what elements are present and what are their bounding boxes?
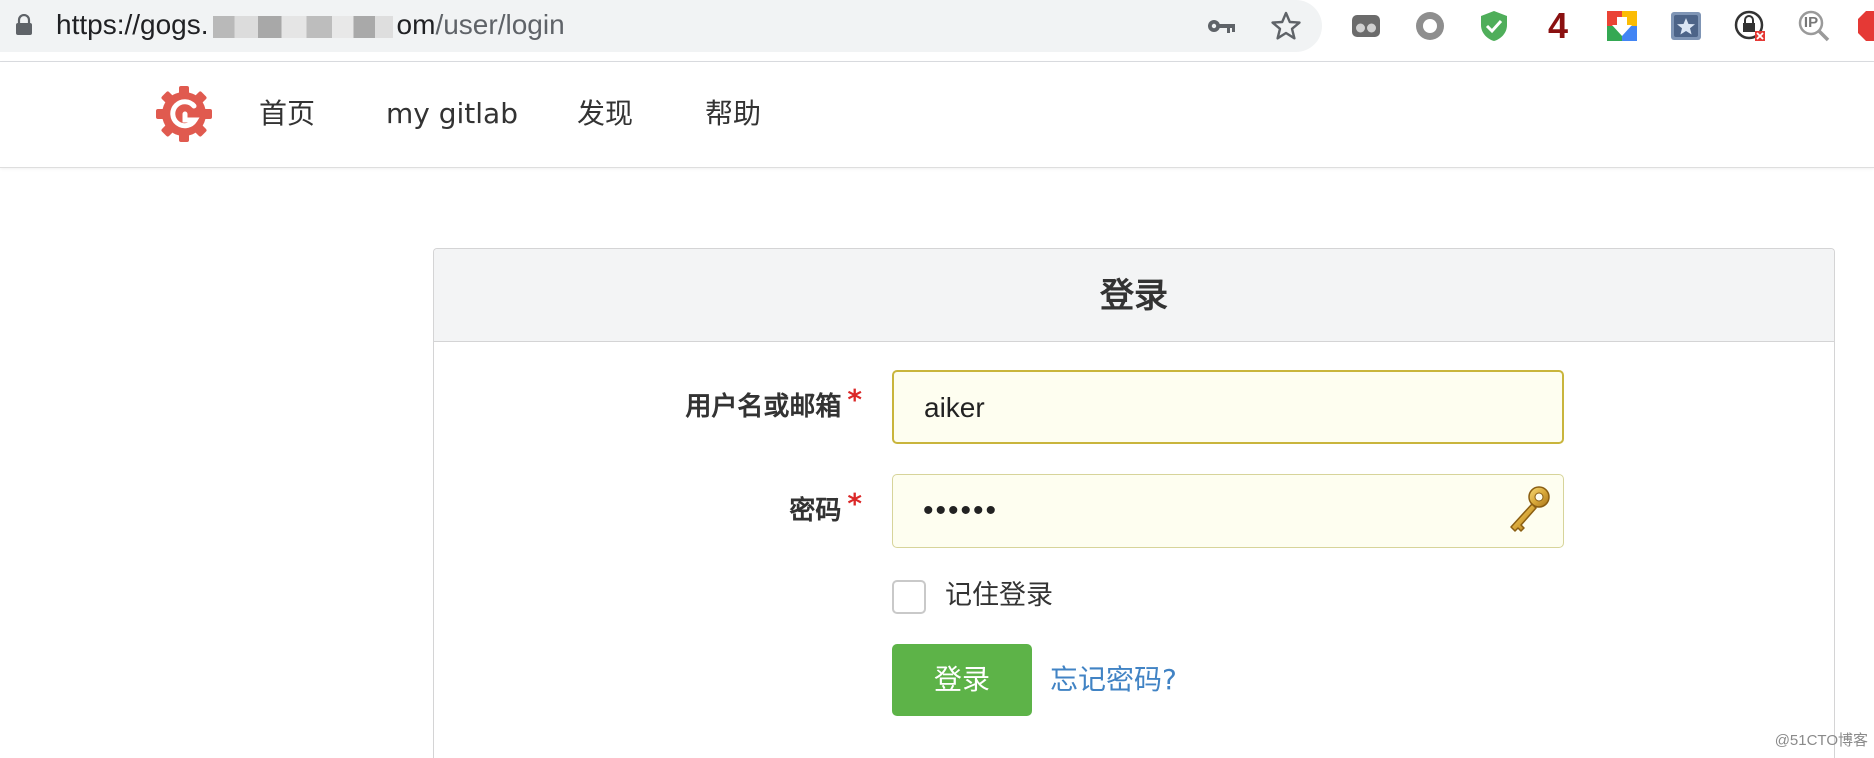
- nav-item-help[interactable]: 帮助: [705, 94, 761, 134]
- password-manager-key-icon[interactable]: [1503, 483, 1553, 537]
- password-key-icon[interactable]: [1205, 10, 1237, 42]
- password-masked-value: ••••••: [923, 494, 999, 527]
- login-submit-button[interactable]: 登录: [892, 644, 1032, 716]
- adblock-extension-icon[interactable]: [1856, 6, 1874, 46]
- counter-badge-icon[interactable]: 4: [1538, 5, 1578, 46]
- nav-item-my-gitlab[interactable]: my gitlab: [386, 94, 518, 134]
- password-label-row: 密码 *: [462, 487, 862, 529]
- username-input[interactable]: aiker: [892, 370, 1564, 444]
- password-label: 密码 *: [789, 487, 862, 526]
- url-path: /user/login: [435, 9, 565, 40]
- download-extension-icon[interactable]: [1602, 6, 1642, 46]
- forgot-password-link[interactable]: 忘记密码?: [1050, 660, 1177, 700]
- ip-badge-text: IP: [1803, 13, 1819, 31]
- nav-item-home[interactable]: 首页: [259, 94, 315, 134]
- star-bookmark-extension-icon[interactable]: [1666, 6, 1706, 46]
- username-required-mark: *: [847, 383, 862, 416]
- counter-badge-number: 4: [1547, 5, 1569, 46]
- password-input[interactable]: ••••••: [892, 474, 1564, 548]
- username-label-row: 用户名或邮箱 *: [462, 383, 862, 425]
- shield-check-icon[interactable]: [1474, 6, 1514, 46]
- site-header: 首页 my gitlab 发现 帮助: [0, 62, 1874, 168]
- url-host-suffix: om: [396, 9, 436, 40]
- circle-extension-icon[interactable]: [1410, 6, 1450, 46]
- remember-me-checkbox[interactable]: [892, 580, 926, 614]
- nav-item-explore[interactable]: 发现: [577, 94, 633, 134]
- gogs-logo-icon[interactable]: [154, 84, 214, 144]
- redacted-host-blur: [212, 15, 393, 38]
- url-host-prefix: https://gogs.: [56, 9, 209, 40]
- login-title: 登录: [1100, 276, 1168, 316]
- lock-blocker-icon[interactable]: [1730, 6, 1770, 46]
- password-label-text: 密码: [789, 496, 842, 526]
- address-bar[interactable]: https://gogs. om/user/login: [0, 0, 1322, 52]
- login-card-header: 登录: [434, 249, 1834, 342]
- spy-extension-icon[interactable]: [1346, 6, 1386, 46]
- password-required-mark: *: [847, 487, 862, 520]
- ip-lookup-icon[interactable]: IP: [1794, 6, 1834, 46]
- remember-me-label[interactable]: 记住登录: [945, 576, 1053, 616]
- watermark-text: @51CTO博客: [1774, 732, 1868, 749]
- username-label-text: 用户名或邮箱: [685, 392, 842, 422]
- bookmark-star-icon[interactable]: [1270, 10, 1302, 42]
- browser-toolbar: https://gogs. om/user/login 4 IP: [0, 0, 1874, 62]
- lock-icon[interactable]: [14, 14, 34, 36]
- url-text[interactable]: https://gogs. om/user/login: [56, 9, 565, 41]
- username-label: 用户名或邮箱 *: [685, 383, 862, 422]
- username-value: aiker: [924, 392, 985, 423]
